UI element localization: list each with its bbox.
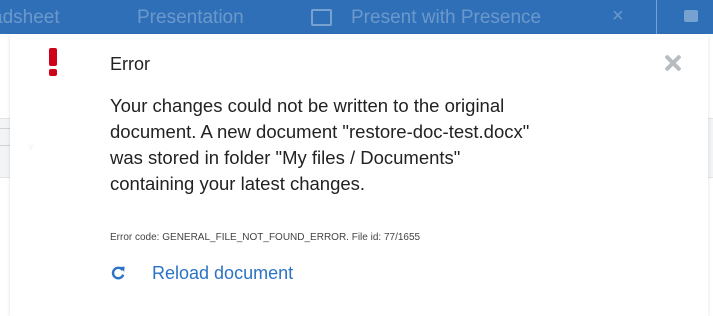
reload-document-label: Reload document (152, 263, 294, 283)
error-message-line: document. A new document "restore-doc-te… (110, 121, 530, 142)
error-message: Your changes could not be written to the… (110, 93, 650, 197)
exclamation-dot (49, 69, 57, 76)
error-notification: Error Your changes could not be written … (10, 34, 708, 316)
tab-spreadsheet[interactable]: adsheet (0, 7, 60, 29)
app-top-bar: adsheet Presentation Present with Presen… (0, 0, 713, 34)
reload-icon (111, 266, 125, 280)
app-screen: adsheet Presentation Present with Presen… (0, 0, 713, 316)
error-message-line: containing your latest changes. (110, 173, 366, 194)
top-bar-divider (656, 0, 657, 34)
tab-present-with-presence[interactable]: Present with Presence (351, 7, 541, 29)
close-icon[interactable] (662, 52, 684, 74)
present-screen-icon (311, 9, 332, 26)
exclamation-bar (49, 48, 57, 66)
tab-close-icon[interactable]: × (612, 5, 624, 28)
error-message-line: was stored in folder "My files / Documen… (110, 147, 461, 168)
error-title: Error (110, 54, 150, 74)
error-code: Error code: GENERAL_FILE_NOT_FOUND_ERROR… (110, 232, 421, 243)
panel-edge (10, 34, 13, 316)
tab-presentation[interactable]: Presentation (137, 7, 244, 29)
window-icon[interactable] (684, 10, 698, 22)
error-message-line: Your changes could not be written to the… (110, 95, 505, 116)
exclamation-icon (46, 48, 60, 76)
